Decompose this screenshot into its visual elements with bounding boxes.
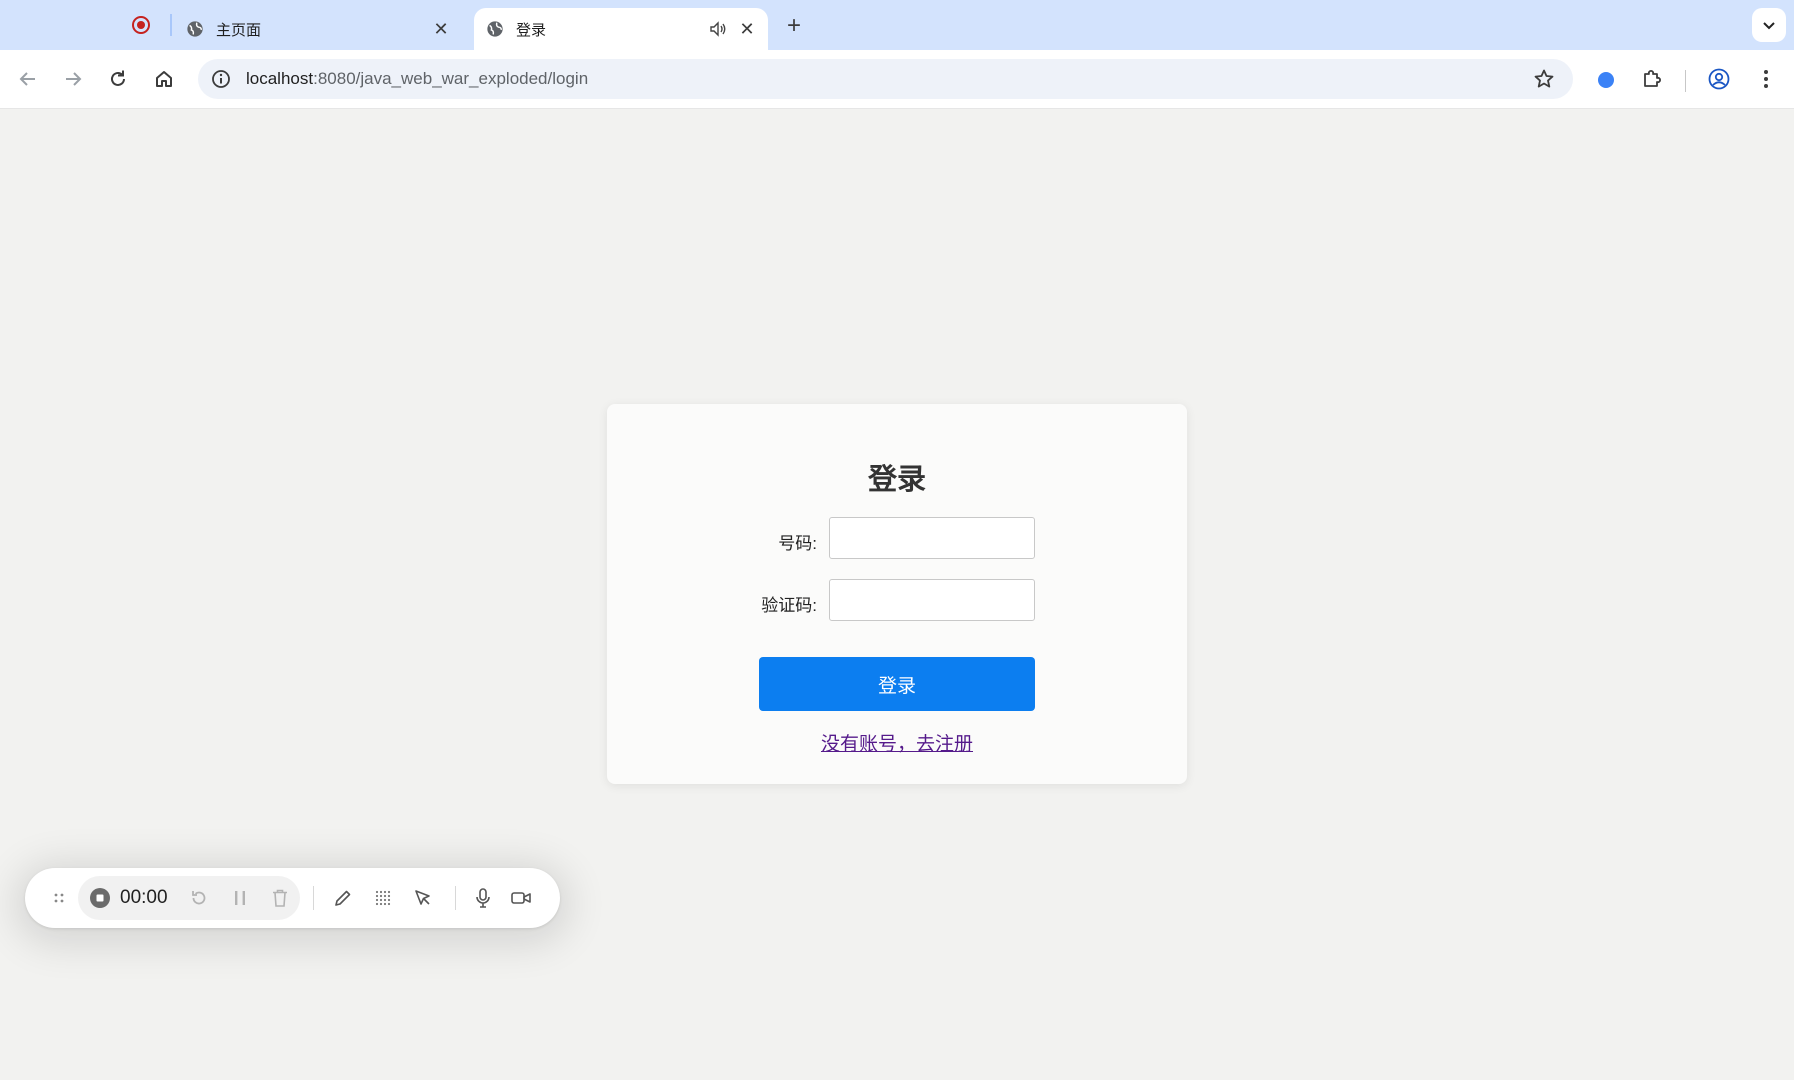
code-row: 验证码: xyxy=(607,579,1187,623)
camera-button[interactable] xyxy=(509,886,533,910)
recorder-toolbar: 00:00 xyxy=(25,868,560,928)
chevron-down-icon xyxy=(1763,22,1775,30)
url-host: localhost xyxy=(246,69,314,88)
forward-button[interactable] xyxy=(57,63,89,95)
phone-input[interactable] xyxy=(829,517,1035,559)
address-bar[interactable]: localhost:8080/java_web_war_exploded/log… xyxy=(198,59,1573,99)
home-icon xyxy=(156,71,172,87)
arrow-left-icon xyxy=(19,72,35,86)
close-icon[interactable]: ✕ xyxy=(736,18,758,40)
globe-icon xyxy=(187,21,203,37)
microphone-button[interactable] xyxy=(471,886,495,910)
tab-title: 登录 xyxy=(516,21,547,39)
grid-button[interactable] xyxy=(371,886,395,910)
video-camera-icon xyxy=(511,892,531,904)
url-path: :8080/java_web_war_exploded/login xyxy=(313,69,589,88)
page-viewport: 登录 号码: 验证码: 登录 没有账号，去注册 xyxy=(0,109,1794,1080)
recorder-separator xyxy=(455,886,456,910)
toolbar-separator xyxy=(1685,70,1686,92)
draw-button[interactable] xyxy=(331,886,355,910)
extension-icon[interactable] xyxy=(1598,72,1614,88)
tab-separator xyxy=(170,14,172,36)
speaker-icon[interactable] xyxy=(708,19,728,39)
more-vert-icon xyxy=(1764,70,1768,88)
puzzle-icon xyxy=(1644,70,1661,87)
code-input[interactable] xyxy=(829,579,1035,621)
pencil-icon xyxy=(335,890,351,906)
close-icon[interactable]: ✕ xyxy=(430,18,452,40)
stop-circle-icon xyxy=(90,888,110,908)
pause-icon xyxy=(235,891,245,905)
url-text[interactable]: localhost:8080/java_web_war_exploded/log… xyxy=(246,69,588,89)
drag-handle-icon[interactable] xyxy=(47,886,71,910)
cursor-button[interactable] xyxy=(411,886,435,910)
delete-button[interactable] xyxy=(268,886,292,910)
menu-button[interactable] xyxy=(1750,63,1782,95)
home-button[interactable] xyxy=(148,63,180,95)
restart-icon xyxy=(192,891,206,905)
bookmark-star-icon[interactable] xyxy=(1533,68,1555,90)
phone-row: 号码: xyxy=(607,517,1187,561)
arrow-right-icon xyxy=(66,72,82,86)
tab-title: 主页面 xyxy=(216,21,262,39)
new-tab-button[interactable]: + xyxy=(780,12,808,40)
grid-dots-icon xyxy=(375,890,391,906)
stop-record-button[interactable] xyxy=(88,886,112,910)
reload-icon xyxy=(111,70,125,86)
browser-toolbar: localhost:8080/java_web_war_exploded/log… xyxy=(0,50,1794,109)
tab-main-page[interactable]: 主页面 ✕ xyxy=(180,8,462,50)
login-button[interactable]: 登录 xyxy=(759,657,1035,711)
trash-icon xyxy=(273,889,287,907)
microphone-icon xyxy=(476,888,490,908)
login-heading: 登录 xyxy=(867,464,926,496)
extensions-button[interactable] xyxy=(1636,63,1668,95)
tab-search-button[interactable] xyxy=(1752,8,1786,42)
recorder-separator xyxy=(313,886,314,910)
restart-button[interactable] xyxy=(187,886,211,910)
profile-button[interactable] xyxy=(1703,63,1735,95)
back-button[interactable] xyxy=(12,63,44,95)
login-card: 登录 号码: 验证码: 登录 没有账号，去注册 xyxy=(607,404,1187,784)
phone-label: 号码: xyxy=(778,534,817,553)
tab-strip: 主页面 ✕ 登录 ✕ + xyxy=(0,0,1794,50)
code-label: 验证码: xyxy=(761,596,817,615)
tab-login[interactable]: 登录 ✕ xyxy=(474,8,768,50)
register-link[interactable]: 没有账号，去注册 xyxy=(607,729,1187,756)
globe-icon xyxy=(487,21,503,37)
recording-timer: 00:00 xyxy=(120,887,168,908)
reload-button[interactable] xyxy=(102,63,134,95)
site-info-icon[interactable] xyxy=(210,68,232,90)
pause-button[interactable] xyxy=(228,886,252,910)
cursor-click-icon xyxy=(415,890,430,905)
recording-indicator-icon[interactable] xyxy=(132,16,150,34)
account-circle-icon xyxy=(1708,68,1730,90)
